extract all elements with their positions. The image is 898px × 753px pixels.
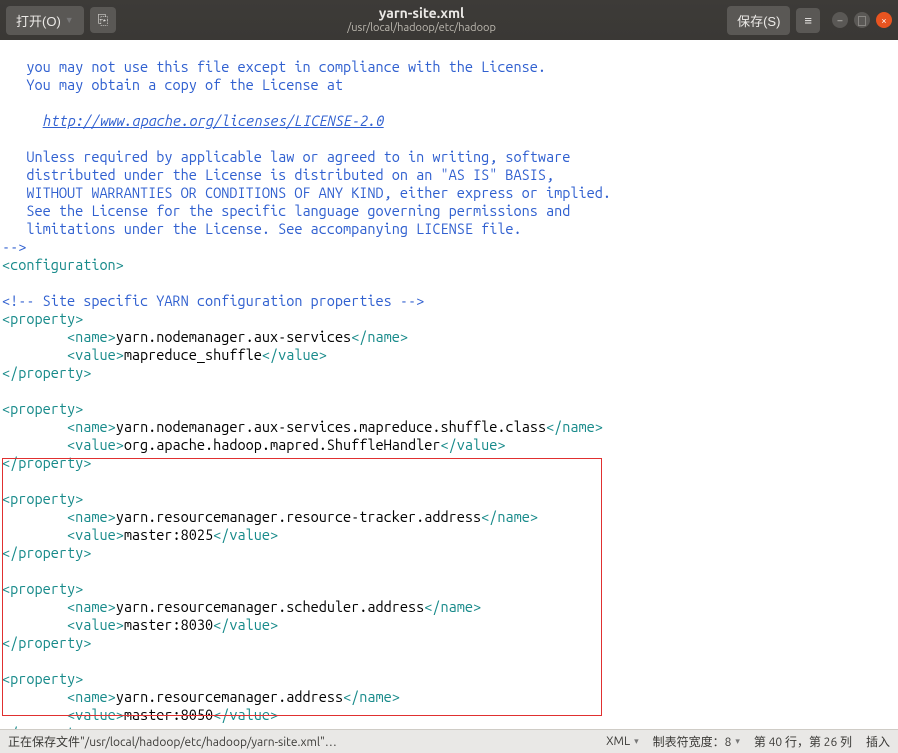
maximize-icon: □ — [857, 13, 867, 28]
code-line: </property> — [2, 544, 91, 561]
menu-button[interactable]: ≡ — [796, 8, 820, 33]
code-line: --> — [2, 238, 26, 255]
code-line: </property> — [2, 364, 91, 381]
highlight-box — [2, 458, 602, 716]
code-line: </property> — [2, 454, 91, 471]
code-line: <configuration> — [2, 256, 124, 273]
status-lang[interactable]: XML▾ — [606, 735, 638, 748]
window-controls: – □ × — [832, 12, 892, 28]
code-line: distributed under the License is distrib… — [2, 166, 554, 183]
code-line: <property> — [2, 400, 83, 417]
code-line: <property> — [2, 670, 83, 687]
status-mode[interactable]: 插入 — [866, 733, 890, 750]
code-line: you may not use this file except in comp… — [2, 58, 546, 75]
close-button[interactable]: × — [876, 12, 892, 28]
code-line: </property> — [2, 724, 91, 729]
chevron-down-icon: ▾ — [634, 736, 639, 747]
code-line: limitations under the License. See accom… — [2, 220, 522, 237]
window-title: yarn-site.xml — [122, 5, 721, 22]
code-line: <property> — [2, 580, 83, 597]
titlebar: 打开(O) ▼ ⎘ yarn-site.xml /usr/local/hadoo… — [0, 0, 898, 40]
status-tabwidth[interactable]: 制表符宽度：8▾ — [653, 733, 740, 750]
window-subtitle: /usr/local/hadoop/etc/hadoop — [122, 22, 721, 35]
chevron-down-icon: ▼ — [65, 15, 74, 25]
code-line: </property> — [2, 634, 91, 651]
new-doc-icon: ⎘ — [98, 12, 108, 28]
title-area: yarn-site.xml /usr/local/hadoop/etc/hado… — [122, 5, 721, 35]
code-line: You may obtain a copy of the License at — [2, 76, 343, 93]
code-line: <!-- Site specific YARN configuration pr… — [2, 292, 424, 309]
new-tab-button[interactable]: ⎘ — [90, 7, 116, 33]
editor-area[interactable]: you may not use this file except in comp… — [0, 40, 898, 729]
code-line: See the License for the specific languag… — [2, 202, 570, 219]
code-line: WITHOUT WARRANTIES OR CONDITIONS OF ANY … — [2, 184, 611, 201]
close-icon: × — [881, 15, 887, 26]
save-button[interactable]: 保存(S) — [727, 6, 790, 35]
open-label: 打开(O) — [16, 11, 61, 30]
code-line: Unless required by applicable law or agr… — [2, 148, 570, 165]
license-link[interactable]: http://www.apache.org/licenses/LICENSE-2… — [43, 112, 384, 129]
chevron-down-icon: ▾ — [735, 736, 740, 747]
code-line: <property> — [2, 490, 83, 507]
maximize-button[interactable]: □ — [854, 12, 870, 28]
save-label: 保存(S) — [737, 11, 780, 30]
statusbar: 正在保存文件"/usr/local/hadoop/etc/hadoop/yarn… — [0, 729, 898, 753]
minimize-icon: – — [838, 15, 843, 26]
code-line — [2, 112, 43, 129]
code-line: <property> — [2, 310, 83, 327]
minimize-button[interactable]: – — [832, 12, 848, 28]
status-saving: 正在保存文件"/usr/local/hadoop/etc/hadoop/yarn… — [8, 733, 337, 750]
hamburger-icon: ≡ — [804, 13, 812, 28]
status-position: 第 40 行，第 26 列 — [754, 733, 852, 750]
open-button[interactable]: 打开(O) ▼ — [6, 6, 84, 35]
